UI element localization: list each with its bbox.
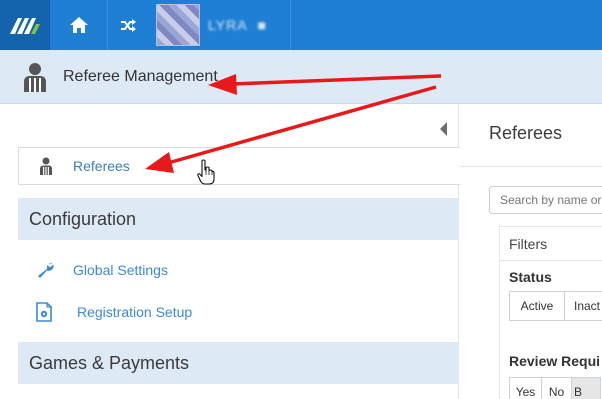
review-no-button[interactable]: No	[541, 377, 572, 399]
top-navigation-bar: LYRA ■	[0, 0, 602, 50]
organization-suffix: ■	[257, 17, 267, 33]
app-logo-icon[interactable]	[0, 0, 50, 50]
status-filter-label: Status	[509, 269, 552, 285]
section-header-games-payments: Games & Payments	[18, 342, 459, 384]
organization-avatar[interactable]	[156, 4, 200, 46]
topbar-divider	[290, 0, 291, 50]
referee-icon	[24, 62, 46, 92]
page-header: Referee Management	[0, 50, 602, 104]
status-active-button[interactable]: Active	[509, 291, 565, 321]
search-input[interactable]	[489, 186, 602, 214]
switch-organization-button[interactable]	[108, 0, 148, 50]
status-filter-group: Active Inact	[509, 291, 602, 321]
filters-heading[interactable]: Filters	[500, 227, 602, 261]
section-header-configuration: Configuration	[18, 198, 459, 240]
nav-item-referees[interactable]: Referees	[18, 147, 460, 185]
nav-link-label: Global Settings	[73, 262, 168, 278]
main-content-panel: Referees Filters Status Active Inact Rev…	[460, 104, 602, 399]
review-both-button[interactable]: B	[571, 377, 601, 399]
nav-link-registration-setup[interactable]: Registration Setup	[34, 302, 192, 322]
home-icon	[69, 17, 88, 33]
shuffle-icon	[120, 18, 136, 32]
nav-item-label: Referees	[73, 158, 130, 174]
settings-document-icon	[34, 302, 54, 322]
status-inactive-button[interactable]: Inact	[564, 291, 602, 321]
review-yes-button[interactable]: Yes	[509, 377, 542, 399]
content-divider	[460, 166, 602, 167]
hand-pointer-icon	[197, 159, 215, 185]
left-navigation-panel: Referees Configuration Global Settings R…	[0, 104, 460, 399]
review-filter-group: Yes No B	[509, 377, 601, 399]
organization-name[interactable]: LYRA	[208, 17, 248, 50]
nav-link-label: Registration Setup	[77, 304, 193, 320]
nav-link-global-settings[interactable]: Global Settings	[36, 260, 168, 280]
review-filter-label: Review Requi	[509, 353, 601, 369]
filters-panel: Filters Status Active Inact Review Requi…	[499, 226, 602, 399]
content-title: Referees	[489, 123, 563, 143]
referee-icon	[40, 157, 52, 175]
home-button[interactable]	[50, 0, 108, 50]
wrench-icon	[36, 260, 56, 280]
page-title: Referee Management	[63, 67, 218, 85]
collapse-left-icon[interactable]	[440, 122, 447, 136]
